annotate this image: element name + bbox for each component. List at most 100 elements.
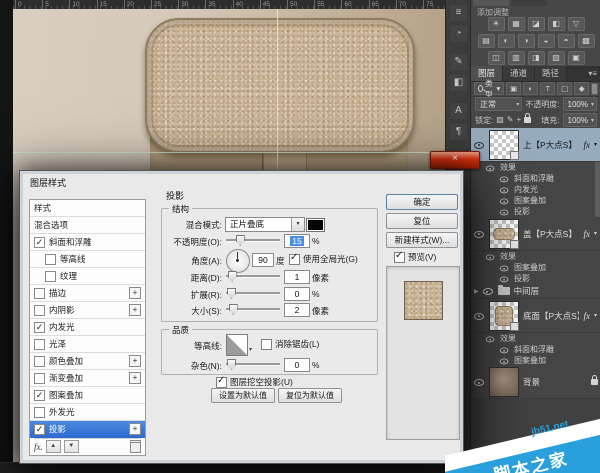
effects-header-row[interactable]: 效果 (471, 162, 600, 173)
visibility-eye-icon[interactable] (500, 263, 509, 272)
visibility-eye-icon[interactable] (500, 185, 509, 194)
collapse-effects-icon[interactable]: ▾ (594, 141, 597, 148)
lock-all-icon[interactable] (524, 117, 531, 123)
layer-row[interactable]: 上【P大点S】fx▾ (471, 128, 600, 162)
shadow-size-input[interactable]: 2 (284, 303, 310, 317)
type-layer-filter-icon[interactable]: T (540, 82, 555, 95)
add-effect-button[interactable]: + (129, 287, 141, 299)
adj-brightness-contrast-icon[interactable]: ☀ (488, 17, 505, 31)
adj-hue-saturation-icon[interactable]: ▤ (478, 34, 495, 48)
adj-selective-color-icon[interactable]: ▣ (568, 51, 585, 65)
fill-dropdown[interactable]: 100% ▾ (563, 113, 597, 127)
layer-effect-row[interactable]: 斜面和浮雕 (471, 344, 600, 355)
expand-right-icon[interactable]: ▶ (474, 288, 479, 295)
checkbox[interactable] (34, 407, 45, 418)
style-item-内阴影[interactable]: 内阴影+ (30, 302, 145, 319)
layer-thumbnail[interactable] (489, 301, 519, 331)
style-item-等高线[interactable]: 等高线 (30, 251, 145, 268)
move-effect-up-button[interactable]: ▲ (46, 440, 61, 453)
checkbox[interactable] (45, 254, 56, 265)
visibility-eye-icon[interactable] (500, 196, 509, 205)
panel-tab-stub[interactable] (473, 0, 509, 6)
adj-channel-mixer-icon[interactable]: ◓ (558, 34, 575, 48)
shadow-spread-input[interactable]: 0 (284, 287, 310, 301)
visibility-eye-icon[interactable] (474, 377, 485, 387)
checkbox[interactable] (34, 305, 45, 316)
collapse-effects-icon[interactable]: ▾ (594, 230, 597, 237)
layer-name[interactable]: 底面【P大点S】 (523, 310, 579, 322)
visibility-eye-icon[interactable] (483, 286, 494, 296)
panel-menu-icon[interactable]: ▾≡ (588, 66, 600, 81)
lock-pixels-icon[interactable]: ✎ (507, 114, 514, 126)
shadow-blend-mode-dropdown[interactable]: 正片叠底 ▾ (225, 217, 305, 232)
dock-character-icon[interactable]: A (450, 103, 467, 119)
layer-row[interactable]: 底面【P大点S】fx▾ (471, 299, 600, 333)
visibility-eye-icon[interactable] (500, 207, 509, 216)
smart-object-filter-icon[interactable]: ◆ (574, 82, 589, 95)
style-item-投影[interactable]: ✓投影+ (30, 421, 145, 438)
adj-color-balance-icon[interactable]: ◐ (498, 34, 515, 48)
checkbox[interactable] (45, 271, 56, 282)
collapse-effects-icon[interactable]: ▾ (594, 312, 597, 319)
style-item-内发光[interactable]: ✓内发光 (30, 319, 145, 336)
filter-kind-dropdown[interactable]: 类型 ▾ (474, 82, 504, 95)
visibility-eye-icon[interactable] (486, 163, 495, 172)
layer-thumbnail[interactable] (489, 367, 519, 397)
visibility-eye-icon[interactable] (486, 334, 495, 343)
style-item-样式[interactable]: 样式 (30, 200, 145, 217)
pixel-layer-filter-icon[interactable]: ▣ (506, 82, 521, 95)
checkbox[interactable] (34, 288, 45, 299)
layer-name[interactable]: 盖【P大点S】 (523, 228, 579, 240)
checkbox[interactable]: ✓ (34, 390, 45, 401)
style-item-纹理[interactable]: 纹理 (30, 268, 145, 285)
shadow-spread-slider[interactable] (226, 288, 280, 297)
layer-name[interactable]: 上【P大点S】 (523, 139, 579, 151)
panel-tab-stub[interactable] (511, 0, 547, 6)
adjustment-layer-filter-icon[interactable]: ◐ (523, 82, 538, 95)
checkbox[interactable]: ✓ (34, 424, 45, 435)
reset-default-button[interactable]: 复位为默认值 (278, 388, 342, 403)
lock-transparency-icon[interactable]: ▨ (496, 114, 504, 126)
layer-effect-row[interactable]: 图案叠加 (471, 355, 600, 366)
layer-row[interactable]: 背景 (471, 366, 600, 399)
delete-effect-icon[interactable] (130, 440, 141, 453)
angle-dial[interactable] (226, 249, 250, 273)
adj-levels-icon[interactable]: ▦ (508, 17, 525, 31)
adj-posterize-icon[interactable]: ▥ (508, 51, 525, 65)
dock-brush-icon[interactable]: ✎ (450, 54, 467, 70)
dock-properties-icon[interactable]: ◔ (450, 26, 467, 42)
adj-photo-filter-icon[interactable]: ◒ (538, 34, 555, 48)
layer-name[interactable]: 背景 (523, 376, 587, 388)
new-style-button[interactable]: 新建样式(W)... (386, 232, 458, 248)
visibility-eye-icon[interactable] (500, 345, 509, 354)
checkbox[interactable] (34, 356, 45, 367)
tab-通道[interactable]: 通道 (503, 66, 535, 81)
visibility-eye-icon[interactable] (500, 174, 509, 183)
move-effect-down-button[interactable]: ▼ (64, 440, 79, 453)
noise-slider[interactable] (226, 359, 280, 368)
shadow-size-slider[interactable] (226, 304, 280, 313)
filter-toggle-switch[interactable] (591, 83, 598, 95)
visibility-eye-icon[interactable] (474, 311, 485, 321)
shape-layer-filter-icon[interactable]: ▢ (557, 82, 572, 95)
close-button[interactable]: × (430, 151, 480, 169)
chevron-down-icon[interactable]: ▾ (249, 346, 252, 353)
shadow-opacity-slider[interactable] (226, 235, 280, 244)
add-effect-button[interactable]: + (129, 372, 141, 384)
adj-threshold-icon[interactable]: ◨ (528, 51, 545, 65)
effects-header-row[interactable]: 效果 (471, 333, 600, 344)
adj-vibrance-icon[interactable]: ▽ (568, 17, 585, 31)
layer-row[interactable]: 盖【P大点S】fx▾ (471, 217, 600, 251)
layer-effect-row[interactable]: 投影 (471, 206, 600, 217)
style-item-颜色叠加[interactable]: 颜色叠加+ (30, 353, 145, 370)
shadow-angle-input[interactable]: 90 (252, 253, 274, 267)
adj-color-lookup-icon[interactable]: ▩ (578, 34, 595, 48)
style-item-渐变叠加[interactable]: 渐变叠加+ (30, 370, 145, 387)
style-item-描边[interactable]: 描边+ (30, 285, 145, 302)
checkbox[interactable]: ✓ (34, 237, 45, 248)
visibility-eye-icon[interactable] (500, 274, 509, 283)
dock-styles-icon[interactable]: ◧ (450, 75, 467, 91)
layer-effect-row[interactable]: 内发光 (471, 184, 600, 195)
shadow-color-swatch[interactable] (306, 218, 325, 232)
blend-mode-dropdown[interactable]: 正常 ▾ (475, 97, 522, 111)
